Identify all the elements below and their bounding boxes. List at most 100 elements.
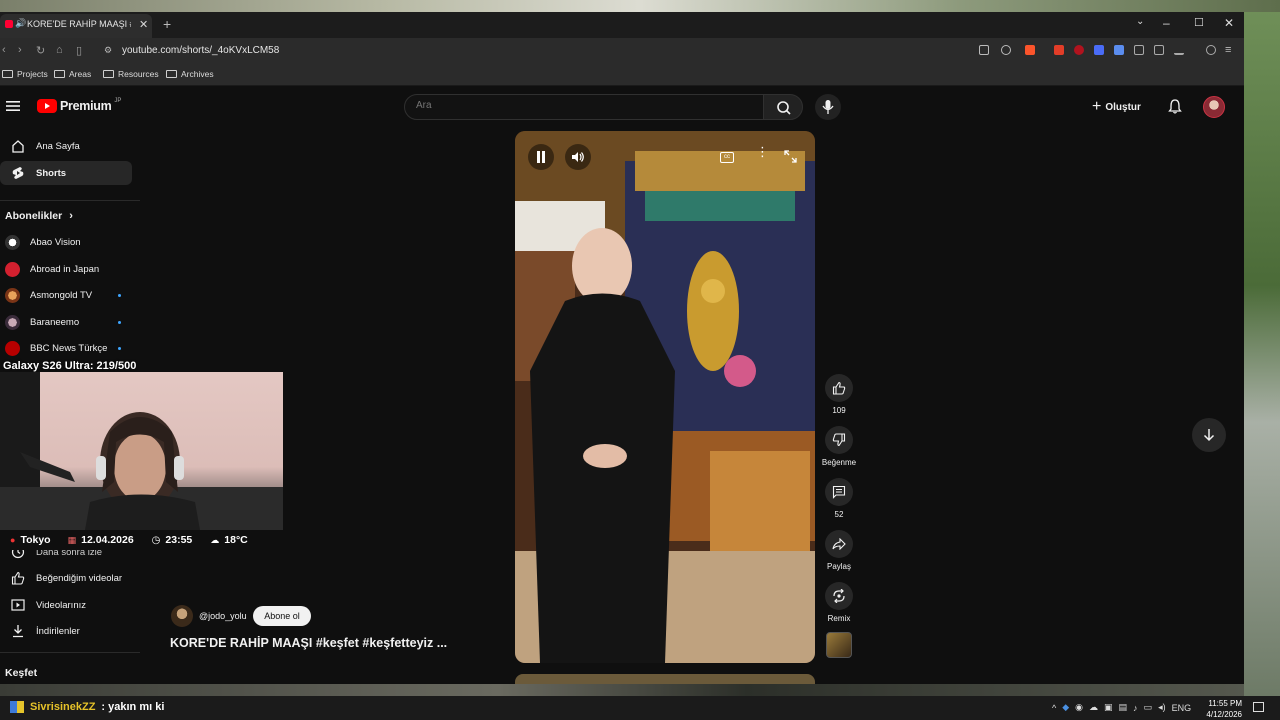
- share-button[interactable]: Paylaş: [824, 530, 854, 571]
- sidebar-item-liked-videos[interactable]: Beğendiğim videolar: [0, 566, 132, 590]
- extension-blue-icon[interactable]: [1094, 45, 1104, 55]
- brave-shield-icon[interactable]: [1025, 45, 1035, 55]
- bookmark-areas[interactable]: Areas: [54, 69, 91, 79]
- window-close-icon[interactable]: ✕: [1224, 16, 1234, 30]
- bookmark-archives[interactable]: Archives: [166, 69, 214, 79]
- tray-app-icon[interactable]: ◉: [1075, 702, 1083, 713]
- tray-overflow-icon[interactable]: ^: [1052, 703, 1056, 713]
- pause-button[interactable]: [528, 144, 554, 170]
- search-input[interactable]: [416, 100, 746, 111]
- tray-app-icon[interactable]: ▤: [1119, 702, 1128, 713]
- youtube-logo[interactable]: Premium JP: [37, 98, 121, 113]
- youtube-play-icon: [37, 99, 57, 113]
- shorts-video-player[interactable]: cc ⋮: [515, 131, 815, 663]
- comments-button[interactable]: 52: [824, 478, 854, 519]
- tray-app-icon[interactable]: ▣: [1104, 702, 1113, 713]
- notification-center-icon[interactable]: [1253, 702, 1264, 712]
- new-tab-icon[interactable]: +: [163, 16, 171, 32]
- download-icon: [0, 624, 36, 638]
- voice-search-button[interactable]: [815, 94, 841, 120]
- desktop-wallpaper-bottom: [0, 684, 1244, 696]
- clock-icon: ◷: [151, 534, 161, 546]
- system-tray: ^ ◆ ◉ ☁ ▣ ▤ ♪ ▭ ◂) ENG: [1052, 702, 1191, 713]
- microphone-tray-icon[interactable]: ♪: [1133, 703, 1138, 713]
- account-avatar[interactable]: [1203, 96, 1225, 118]
- volume-button[interactable]: [565, 144, 591, 170]
- site-info-icon[interactable]: ⚙: [104, 45, 112, 56]
- extension-red-icon[interactable]: [1054, 45, 1064, 55]
- pin-icon: ●: [10, 535, 16, 545]
- notifications-bell-icon[interactable]: [1168, 99, 1182, 114]
- reload-icon[interactable]: ↻: [36, 44, 45, 57]
- sidebar-item-downloads[interactable]: İndirilenler: [0, 619, 132, 643]
- browser-menu-icon[interactable]: ≡: [1225, 44, 1231, 56]
- thumbs-up-icon: [825, 374, 853, 402]
- ublock-icon[interactable]: [1074, 45, 1084, 55]
- subscription-channel[interactable]: Abao Vision: [0, 231, 140, 253]
- explore-header: Keşfet: [5, 667, 38, 679]
- search-button[interactable]: [763, 94, 803, 120]
- back-icon[interactable]: ‹: [2, 44, 6, 56]
- youtube-favicon-icon: [5, 20, 13, 28]
- folder-icon: [166, 70, 177, 78]
- tray-app-icon[interactable]: ◆: [1062, 702, 1069, 713]
- next-short-button[interactable]: [1192, 418, 1226, 452]
- time: ◷ 23:55: [151, 534, 193, 546]
- subscription-channel[interactable]: Asmongold TV: [0, 284, 140, 306]
- language-indicator[interactable]: ENG: [1172, 703, 1192, 713]
- bookmark-projects[interactable]: Projects: [2, 69, 48, 79]
- subscription-channel[interactable]: BBC News Türkçe: [0, 337, 140, 359]
- start-icon: [10, 701, 24, 713]
- minimize-icon[interactable]: –: [1163, 16, 1170, 30]
- sound-thumbnail[interactable]: [826, 632, 852, 658]
- dislike-button[interactable]: Beğenme: [822, 426, 856, 467]
- sidebar-item-shorts[interactable]: Shorts: [0, 161, 132, 185]
- downloads-icon[interactable]: [1174, 45, 1184, 55]
- like-button[interactable]: 109: [824, 374, 854, 415]
- extension-grid-icon[interactable]: [1114, 45, 1124, 55]
- subscriptions-header[interactable]: Abonelikler ›: [5, 210, 73, 222]
- tray-app-icon[interactable]: ☁: [1089, 702, 1098, 713]
- url-text[interactable]: youtube.com/shorts/_4oKVxLCM58: [122, 45, 279, 56]
- channel-avatar: [5, 287, 20, 303]
- search-icon: [777, 101, 791, 115]
- reader-icon[interactable]: ▯: [76, 44, 82, 57]
- cast-icon[interactable]: [979, 45, 989, 55]
- sidebar-item-home[interactable]: Ana Sayfa: [0, 134, 132, 158]
- channel-avatar[interactable]: [171, 605, 193, 627]
- audio-playing-icon[interactable]: 🔊: [15, 18, 26, 29]
- folder-icon: [2, 70, 13, 78]
- subscribe-button[interactable]: Abone ol: [253, 606, 311, 626]
- shorts-icon: [0, 166, 36, 180]
- maximize-icon[interactable]: ☐: [1194, 16, 1204, 29]
- bookmark-resources[interactable]: Resources: [103, 69, 159, 79]
- captions-icon[interactable]: cc: [720, 152, 734, 163]
- subscription-channel[interactable]: Baraneemo: [0, 311, 140, 333]
- next-short-preview[interactable]: [515, 674, 815, 684]
- speaker-icon[interactable]: ◂): [1158, 702, 1166, 713]
- sidebar-item-your-videos[interactable]: Videolarınız: [0, 593, 132, 617]
- network-icon[interactable]: ▭: [1144, 702, 1153, 713]
- webcam-feed: [0, 372, 283, 530]
- create-button[interactable]: + Oluştur: [1092, 97, 1141, 117]
- chat-username: SivrisinekZZ: [30, 701, 96, 713]
- subscription-channel[interactable]: Abroad in Japan: [0, 258, 140, 280]
- channel-name[interactable]: @jodo_yolu: [199, 611, 247, 621]
- media-icon[interactable]: [1206, 45, 1216, 55]
- home-browser-icon[interactable]: ⌂: [56, 44, 63, 56]
- fullscreen-icon[interactable]: [784, 150, 797, 163]
- more-options-icon[interactable]: ⋮: [756, 145, 769, 158]
- taskbar-clock[interactable]: 11:55 PM 4/12/2026: [1200, 698, 1242, 720]
- sidebar-toggle-icon[interactable]: [1154, 45, 1164, 55]
- remix-button[interactable]: Remix: [824, 582, 854, 623]
- tab-search-icon[interactable]: ⌄: [1136, 16, 1144, 27]
- hamburger-menu-icon[interactable]: [6, 100, 20, 112]
- tab-close-icon[interactable]: ✕: [139, 18, 148, 31]
- stream-info-bar: ● Tokyo ▦ 12.04.2026 ◷ 23:55 ☁ 18°C: [0, 530, 283, 550]
- extensions-icon[interactable]: [1134, 45, 1144, 55]
- folder-icon: [103, 70, 114, 78]
- short-title[interactable]: KORE'DE RAHİP MAAŞI #keşfet #keşfetteyiz…: [170, 636, 447, 650]
- forward-icon[interactable]: ›: [18, 44, 22, 56]
- share-icon[interactable]: [1001, 45, 1011, 55]
- sidebar-divider: [0, 200, 140, 201]
